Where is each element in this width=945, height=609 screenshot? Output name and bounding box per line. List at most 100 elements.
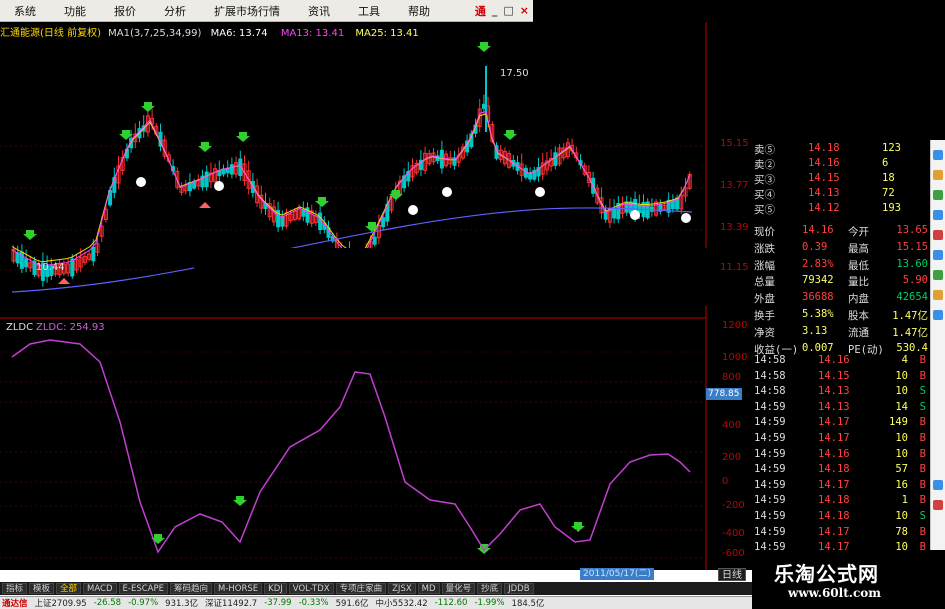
stat-value: 79342: [802, 274, 834, 287]
toolbar-icon[interactable]: [933, 210, 943, 220]
tick-volume: 10: [895, 447, 908, 460]
indicator-tab[interactable]: MACD: [83, 583, 117, 594]
order-book-row: 买③ 14.15 18: [752, 172, 930, 188]
stat-value: 13.60: [896, 257, 928, 270]
stat-value: 42654: [896, 291, 928, 304]
indicator-tab[interactable]: 专项庄家曲: [335, 583, 387, 594]
candle-body: [204, 171, 209, 188]
ma-params: MA1(3,7,25,34,99): [108, 28, 202, 39]
tick-direction: S: [919, 385, 926, 398]
order-level: 买④: [754, 189, 775, 201]
ma6-value: MA6: 13.74: [210, 28, 268, 39]
price-tick-3: 13.39: [720, 222, 749, 233]
indicator-value: ZLDC: 254.93: [36, 322, 105, 333]
buy-arrow-icon: [198, 142, 212, 152]
tick-time: 14:58: [754, 385, 786, 398]
menu-news[interactable]: 资讯: [294, 3, 330, 19]
menu-bar: 系统 功能 报价 分析 扩展市场行情 资讯 工具 帮助 通 _ □ ×: [0, 0, 533, 22]
tick-direction: B: [919, 369, 926, 382]
toolbar-icon[interactable]: [933, 150, 943, 160]
ma-legend: 汇通能源(日线 前复权) MA1(3,7,25,34,99) MA6: 13.7…: [0, 24, 419, 39]
indicator-tab[interactable]: 模板: [29, 583, 55, 594]
status-item: -0.33%: [298, 598, 329, 608]
indicator-axis-tick: 800: [722, 372, 742, 383]
stat-value: 15.15: [896, 240, 928, 253]
stat-value: 3.13: [802, 324, 828, 337]
order-level: 买③: [754, 174, 775, 186]
indicator-tab[interactable]: MD: [417, 583, 440, 594]
indicator-tab[interactable]: VOL-TDX: [288, 583, 334, 594]
tick-direction: B: [919, 525, 926, 538]
toolbar-icon[interactable]: [933, 170, 943, 180]
low-price-label: 10.44: [36, 262, 65, 273]
period-button[interactable]: 日线: [718, 568, 746, 581]
tick-time: 14:59: [754, 463, 786, 476]
tick-time: 14:59: [754, 447, 786, 460]
toolbar-icon[interactable]: [933, 270, 943, 280]
stat-value: 5.38%: [802, 308, 834, 320]
menu-quote[interactable]: 报价: [100, 3, 136, 19]
menu-tools[interactable]: 工具: [344, 3, 380, 19]
indicator-tab[interactable]: KDJ: [264, 583, 287, 594]
tick-direction: B: [919, 463, 926, 476]
indicator-tab[interactable]: 量化号: [441, 583, 476, 594]
stat-value: 2.83%: [802, 257, 834, 270]
menu-function[interactable]: 功能: [50, 3, 86, 19]
indicator-tab[interactable]: M-HORSE: [214, 583, 263, 594]
tick-row: 14:59 14.18 10 S: [752, 510, 930, 526]
tick-volume: 57: [895, 463, 908, 476]
stat-value: 5.90: [902, 274, 928, 287]
indicator-axis-tick: 1200: [722, 320, 748, 331]
stat-label: 外盘: [754, 293, 775, 306]
order-volume: 18: [882, 172, 895, 184]
indicator-tab[interactable]: 筹码趋向: [169, 583, 212, 594]
status-item: 931.3亿: [165, 599, 198, 609]
toolbar-icon[interactable]: [933, 250, 943, 260]
candle-body: [528, 172, 533, 180]
toolbar-icon[interactable]: [933, 480, 943, 490]
order-level: 卖⑤: [754, 144, 775, 156]
price-tick-1: 15.15: [720, 138, 749, 149]
minimize-button[interactable]: _: [492, 4, 498, 17]
maximize-button[interactable]: □: [503, 4, 513, 17]
buy-arrow-icon: [571, 522, 585, 532]
tick-price: 14.17: [818, 525, 850, 538]
kline-chart[interactable]: 汇通能源(日线 前复权) MA1(3,7,25,34,99) MA6: 13.7…: [0, 22, 760, 570]
indicator-axis-tick: -200: [722, 500, 745, 511]
menu-help[interactable]: 帮助: [394, 3, 430, 19]
toolbar-icon[interactable]: [933, 230, 943, 240]
tick-row: 14:59 14.18 1 B: [752, 494, 930, 510]
price-tick-4: 11.15: [720, 262, 749, 273]
menu-right-label: 通: [474, 4, 486, 18]
indicator-tab[interactable]: JDDB: [504, 583, 534, 594]
close-button[interactable]: ×: [520, 4, 529, 17]
tick-direction: S: [919, 510, 926, 522]
order-volume: 6: [882, 157, 889, 169]
indicator-tab[interactable]: 指标: [2, 583, 28, 594]
indicator-axis-tick: 400: [722, 420, 742, 431]
money-bag-icon: [214, 181, 224, 191]
toolbar-icon[interactable]: [933, 190, 943, 200]
zldc-line: [11, 339, 691, 554]
indicator-tab[interactable]: E-ESCAPE: [118, 583, 168, 594]
indicator-tab[interactable]: ZJSX: [388, 583, 416, 594]
stat-value: 13.65: [896, 224, 928, 236]
toolbar-icon[interactable]: [933, 310, 943, 320]
stat-label: 涨跌: [754, 242, 775, 255]
toolbar-icon[interactable]: [933, 500, 943, 510]
order-price: 14.18: [808, 142, 840, 154]
candle-body: [670, 200, 675, 210]
quote-stat-row: 涨幅 2.83% 最低 13.60: [752, 258, 930, 274]
menu-analysis[interactable]: 分析: [150, 3, 186, 19]
status-item: 184.5亿: [511, 599, 545, 609]
indicator-axis-tick: 200: [722, 452, 742, 463]
menu-system[interactable]: 系统: [0, 3, 36, 19]
tick-price: 14.17: [818, 432, 850, 444]
price-tick-2: 13.77: [720, 180, 749, 191]
menu-extended-market[interactable]: 扩展市场行情: [200, 3, 280, 19]
tick-price: 14.17: [818, 478, 850, 491]
indicator-tab[interactable]: 全部: [56, 583, 82, 594]
indicator-tab[interactable]: 抄底: [477, 583, 503, 594]
candle-body: [553, 152, 558, 166]
toolbar-icon[interactable]: [933, 290, 943, 300]
